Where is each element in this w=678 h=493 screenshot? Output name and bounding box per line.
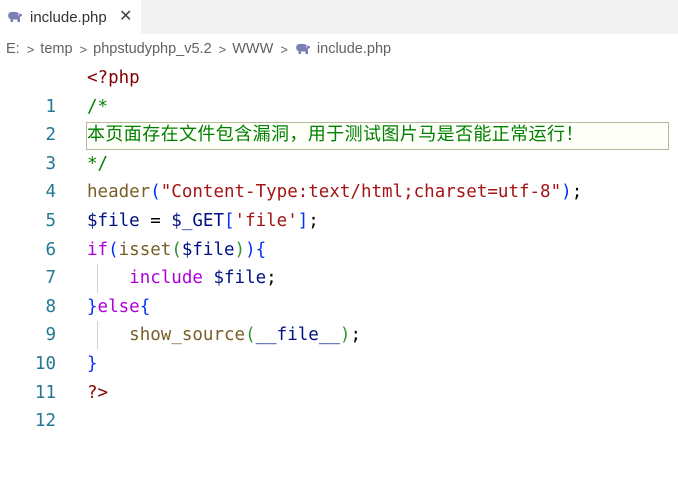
code-line-12[interactable]: 12 ?> [0, 379, 678, 432]
paren: ( [171, 239, 182, 260]
paren: ( [245, 325, 256, 346]
code-line-5[interactable]: 5 header("Content-Type:text/html;charset… [0, 178, 678, 231]
code-line-4[interactable]: 4 */ [0, 150, 678, 203]
chevron-right-icon: > [218, 41, 227, 57]
function-name: show_source [129, 325, 246, 346]
code-line-7[interactable]: 7 if(isset($file)){ [0, 236, 678, 289]
php-open-tag: <?php [87, 68, 140, 88]
paren: ) [234, 239, 246, 260]
semicolon: ; [266, 268, 277, 289]
variable: $file [181, 239, 235, 260]
function-name: isset [118, 239, 172, 260]
paren: ( [150, 182, 161, 203]
bracket: ] [297, 211, 309, 231]
function-name: header [87, 182, 151, 203]
brace: { [255, 239, 267, 260]
php-elephant-icon [296, 43, 311, 54]
variable: $file [87, 211, 140, 231]
breadcrumb-item-drive[interactable]: E: [6, 41, 20, 57]
breadcrumb-item-file[interactable]: include.php [317, 41, 391, 57]
bracket: [ [223, 211, 235, 231]
brace: } [87, 296, 98, 317]
close-icon[interactable]: ✕ [119, 6, 132, 25]
code-line-2[interactable]: 2 /* [0, 93, 678, 146]
semicolon: ; [308, 211, 319, 231]
keyword: if [87, 239, 109, 260]
breadcrumb-item-www[interactable]: WWW [232, 41, 273, 57]
comment-open: /* [87, 96, 109, 117]
operator: = [139, 211, 172, 231]
keyword: else [97, 296, 140, 317]
comment-text: 本页面存在文件包含漏洞，用于测试图片马是否能正常运行！ [87, 124, 584, 146]
variable: $file [213, 268, 267, 289]
php-elephant-icon [8, 11, 23, 22]
breadcrumb: E: > temp > phpstudyphp_v5.2 > WWW > inc… [0, 34, 678, 64]
brace: { [139, 296, 151, 317]
code-line-9[interactable]: 9 }else{ [0, 293, 678, 346]
paren: ) [561, 182, 572, 203]
code-line-6[interactable]: 6 $file = $_GET['file']; [0, 207, 678, 260]
chevron-right-icon: > [280, 41, 288, 57]
code-line-3[interactable]: 3 本页面存在文件包含漏洞，用于测试图片马是否能正常运行！ [0, 121, 678, 174]
string-literal: 'file' [234, 211, 298, 231]
keyword: include [129, 268, 203, 289]
string-literal: "Content-Type:text/html;charset=utf-8" [160, 182, 562, 203]
tab-bar: include.php ✕ [0, 0, 678, 34]
tab-label: include.php [30, 8, 107, 26]
paren: ) [245, 239, 256, 260]
brace: } [87, 354, 98, 374]
paren: ) [339, 325, 351, 346]
code-line-11[interactable]: 11 } [0, 350, 678, 403]
magic-constant: __file__ [255, 325, 340, 346]
code-line-8[interactable]: 8 include $file; [0, 264, 678, 317]
breadcrumb-item-phpstudy[interactable]: phpstudyphp_v5.2 [93, 41, 212, 57]
tab-include-php[interactable]: include.php ✕ [0, 0, 141, 34]
line-number: 12 [34, 411, 56, 432]
breadcrumb-item-temp[interactable]: temp [40, 41, 72, 57]
semicolon: ; [571, 182, 583, 203]
paren: ( [108, 239, 119, 260]
php-close-tag: ?> [87, 382, 109, 403]
chevron-right-icon: > [26, 41, 35, 57]
variable: $_GET [171, 211, 224, 231]
comment-close: */ [87, 153, 109, 174]
code-line-10[interactable]: 10 show_source(__file__); [0, 321, 678, 374]
semicolon: ; [350, 325, 361, 346]
code-line-1[interactable]: 1 <?php [0, 64, 678, 117]
chevron-right-icon: > [79, 41, 88, 57]
